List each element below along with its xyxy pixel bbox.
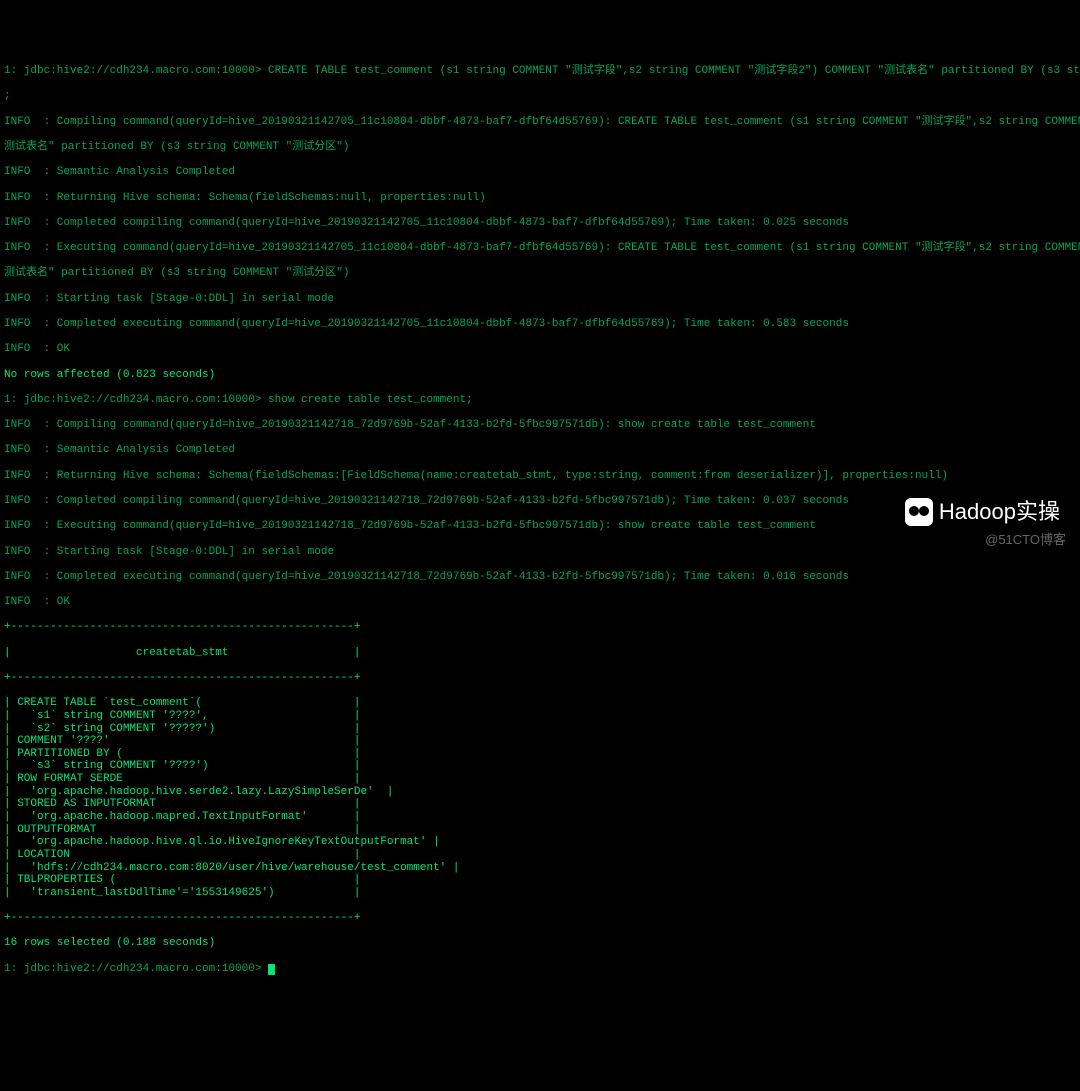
table-row: | 'org.apache.hadoop.mapred.TextInputFor… [4, 811, 1076, 824]
info-completed-exec-2: INFO : Completed executing command(query… [4, 571, 1076, 584]
info-starting-task-2: INFO : Starting task [Stage-0:DDL] in se… [4, 546, 1076, 559]
table-row: | CREATE TABLE `test_comment`( | [4, 697, 1076, 710]
jdbc-prompt-3[interactable]: 1: jdbc:hive2://cdh234.macro.com:10000> [4, 963, 268, 975]
info-executing-1: INFO : Executing command(queryId=hive_20… [4, 242, 1076, 255]
sql-command-show: show create table test_comment; [268, 394, 473, 406]
info-completed-exec-1: INFO : Completed executing command(query… [4, 318, 1076, 331]
table-row: | 'org.apache.hadoop.hive.serde2.lazy.La… [4, 786, 1076, 799]
table-row: | PARTITIONED BY ( | [4, 748, 1076, 761]
table-row: | 'hdfs://cdh234.macro.com:8020/user/hiv… [4, 862, 1076, 875]
table-border-mid: +---------------------------------------… [4, 672, 1076, 685]
table-row: | LOCATION | [4, 849, 1076, 862]
info-compiling-2: INFO : Compiling command(queryId=hive_20… [4, 419, 1076, 432]
sql-command-create: CREATE TABLE test_comment (s1 string COM… [268, 65, 1080, 77]
table-border-top: +---------------------------------------… [4, 621, 1076, 634]
table-body: | CREATE TABLE `test_comment`( || `s1` s… [4, 697, 1076, 899]
info-compiling-1b: 测试表名" partitioned BY (s3 string COMMENT … [4, 141, 1076, 154]
jdbc-prompt-2: 1: jdbc:hive2://cdh234.macro.com:10000> [4, 394, 268, 406]
info-executing-1b: 测试表名" partitioned BY (s3 string COMMENT … [4, 267, 1076, 280]
info-semantic-1: INFO : Semantic Analysis Completed [4, 166, 1076, 179]
no-rows-affected: No rows affected (0.823 seconds) [4, 369, 1076, 382]
table-row: | TBLPROPERTIES ( | [4, 874, 1076, 887]
table-header: | createtab_stmt | [4, 647, 1076, 660]
rows-selected: 16 rows selected (0.188 seconds) [4, 937, 1076, 950]
table-border-bottom: +---------------------------------------… [4, 912, 1076, 925]
semicolon-line: ; [4, 90, 11, 102]
table-row: | 'org.apache.hadoop.hive.ql.io.HiveIgno… [4, 836, 1076, 849]
table-row: | `s2` string COMMENT '?????') | [4, 723, 1076, 736]
info-semantic-2: INFO : Semantic Analysis Completed [4, 444, 1076, 457]
jdbc-prompt-1: 1: jdbc:hive2://cdh234.macro.com:10000> [4, 65, 268, 77]
info-schema-2: INFO : Returning Hive schema: Schema(fie… [4, 470, 1076, 483]
watermark-text: Hadoop实操 [939, 499, 1060, 524]
info-ok-2: INFO : OK [4, 596, 1076, 609]
watermark-hadoop: Hadoop实操 [905, 498, 1060, 526]
watermark-51cto: @51CTO博客 [985, 533, 1066, 548]
table-row: | STORED AS INPUTFORMAT | [4, 798, 1076, 811]
table-row: | COMMENT '????' | [4, 735, 1076, 748]
table-row: | OUTPUTFORMAT | [4, 824, 1076, 837]
table-row: | 'transient_lastDdlTime'='1553149625') … [4, 887, 1076, 900]
info-starting-task-1: INFO : Starting task [Stage-0:DDL] in se… [4, 293, 1076, 306]
wechat-icon [905, 498, 933, 526]
table-row: | ROW FORMAT SERDE | [4, 773, 1076, 786]
table-row: | `s3` string COMMENT '????') | [4, 760, 1076, 773]
info-compiling-1: INFO : Compiling command(queryId=hive_20… [4, 116, 1076, 129]
info-ok-1: INFO : OK [4, 343, 1076, 356]
info-compiled-1: INFO : Completed compiling command(query… [4, 217, 1076, 230]
table-row: | `s1` string COMMENT '????', | [4, 710, 1076, 723]
info-schema-1: INFO : Returning Hive schema: Schema(fie… [4, 192, 1076, 205]
cursor[interactable] [268, 964, 275, 975]
